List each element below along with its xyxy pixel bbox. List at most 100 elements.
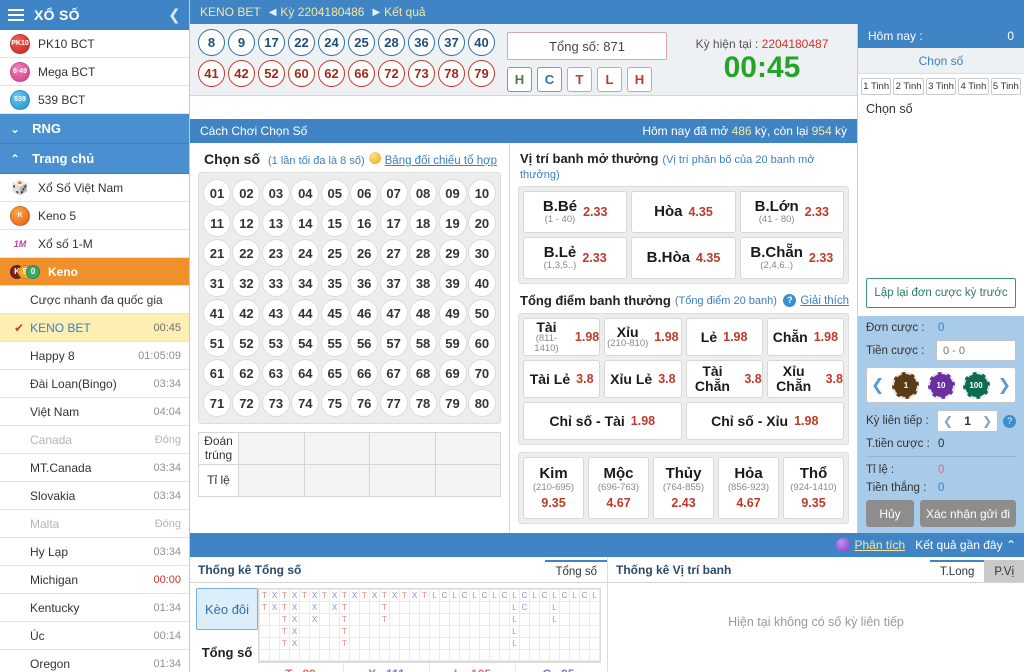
chip-1[interactable]: 1: [892, 371, 920, 399]
number-cell[interactable]: 27: [379, 239, 408, 267]
explanation-link[interactable]: Giải thích: [800, 295, 849, 307]
bet-cell-tai-chan[interactable]: Tài Chẵn 3.8: [685, 360, 763, 398]
tab-1-tinh[interactable]: 1 Tinh: [861, 78, 892, 95]
number-cell[interactable]: 08: [409, 179, 438, 207]
number-cell[interactable]: 26: [350, 239, 379, 267]
stepper-increment-icon[interactable]: ❯: [982, 414, 992, 428]
tab-5-tinh[interactable]: 5 Tinh: [990, 78, 1022, 95]
sidebar-item-multi-country[interactable]: Cược nhanh đa quốc gia: [0, 286, 189, 314]
sidebar-item-oregon[interactable]: Oregon 01:34: [0, 650, 189, 672]
number-cell[interactable]: 44: [291, 299, 320, 327]
cancel-button[interactable]: Hủy: [866, 500, 914, 527]
number-cell[interactable]: 05: [320, 179, 349, 207]
number-cell[interactable]: 45: [320, 299, 349, 327]
bet-cell-chiso-tai[interactable]: Chỉ số - Tài 1.98: [523, 402, 682, 440]
number-cell[interactable]: 39: [438, 269, 467, 297]
bet-cell-xiu-chan[interactable]: Xỉu Chẵn 3.8: [766, 360, 844, 398]
number-cell[interactable]: 19: [438, 209, 467, 237]
number-cell[interactable]: 33: [261, 269, 290, 297]
bet-cell-bchan[interactable]: B.Chẵn (2,4,6..) 2.33: [739, 237, 844, 279]
number-cell[interactable]: 68: [409, 359, 438, 387]
number-cell[interactable]: 63: [261, 359, 290, 387]
bet-cell-tho[interactable]: Thổ (924-1410) 9.35: [783, 457, 844, 519]
chevron-right-icon[interactable]: ❯: [998, 375, 1011, 395]
number-cell[interactable]: 53: [261, 329, 290, 357]
number-cell[interactable]: 23: [261, 239, 290, 267]
sidebar-item-malta[interactable]: Malta Đóng: [0, 510, 189, 538]
bet-cell-kim[interactable]: Kim (210-695) 9.35: [523, 457, 584, 519]
number-cell[interactable]: 58: [409, 329, 438, 357]
tab-4-tinh[interactable]: 4 Tinh: [958, 78, 989, 95]
number-cell[interactable]: 12: [232, 209, 261, 237]
number-cell[interactable]: 41: [203, 299, 231, 327]
sidebar-item-539[interactable]: 539 539 BCT: [0, 86, 189, 114]
how-to-play-bar[interactable]: Cách Chơi Chọn Số Hôm nay đã mở 486 kỳ, …: [190, 119, 857, 143]
recent-results-toggle[interactable]: Kết quả gần đây ⌃: [915, 538, 1016, 552]
number-cell[interactable]: 09: [438, 179, 467, 207]
help-icon[interactable]: ?: [783, 294, 797, 307]
number-cell[interactable]: 48: [409, 299, 438, 327]
number-cell[interactable]: 02: [232, 179, 261, 207]
number-cell[interactable]: 67: [379, 359, 408, 387]
sidebar-item-pk10[interactable]: PK10 PK10 BCT: [0, 30, 189, 58]
number-cell[interactable]: 56: [350, 329, 379, 357]
number-cell[interactable]: 22: [232, 239, 261, 267]
number-cell[interactable]: 64: [291, 359, 320, 387]
number-cell[interactable]: 29: [438, 239, 467, 267]
bet-cell-chiso-xiu[interactable]: Chỉ số - Xỉu 1.98: [685, 402, 844, 440]
bet-cell-tai-le[interactable]: Tài Lẻ 3.8: [523, 360, 601, 398]
number-cell[interactable]: 61: [203, 359, 231, 387]
bet-cell-hoa-element[interactable]: Hỏa (856-923) 4.67: [718, 457, 779, 519]
number-cell[interactable]: 57: [379, 329, 408, 357]
number-cell[interactable]: 20: [467, 209, 496, 237]
number-cell[interactable]: 36: [350, 269, 379, 297]
number-cell[interactable]: 03: [261, 179, 290, 207]
number-cell[interactable]: 77: [379, 389, 408, 417]
number-cell[interactable]: 54: [291, 329, 320, 357]
number-cell[interactable]: 65: [320, 359, 349, 387]
bet-cell-xiu-le[interactable]: Xỉu Lẻ 3.8: [604, 360, 682, 398]
number-cell[interactable]: 07: [379, 179, 408, 207]
sidebar-item-happy8[interactable]: Happy 8 01:05:09: [0, 342, 189, 370]
bet-cell-bbe[interactable]: B.Bé (1 - 40) 2.33: [523, 191, 628, 233]
sidebar-item-slovakia[interactable]: Slovakia 03:34: [0, 482, 189, 510]
confirm-button[interactable]: Xác nhận gửi đi: [920, 500, 1016, 527]
chip-100[interactable]: 100: [962, 371, 990, 399]
number-cell[interactable]: 52: [232, 329, 261, 357]
sidebar-item-keno[interactable]: K50 Keno: [0, 258, 189, 286]
sidebar-item-dailoan[interactable]: Đài Loan(Bingo) 03:34: [0, 370, 189, 398]
number-cell[interactable]: 13: [261, 209, 290, 237]
periods-stepper[interactable]: ❮ 1 ❯: [936, 410, 999, 432]
bet-cell-tai[interactable]: Tài (811-1410) 1.98: [523, 318, 601, 356]
sidebar-item-canada[interactable]: Canada Đóng: [0, 426, 189, 454]
bet-cell-hoa[interactable]: Hòa 4.35: [631, 191, 736, 233]
repeat-last-bet-button[interactable]: Lập lại đơn cược kỳ trước: [866, 278, 1016, 308]
number-cell[interactable]: 11: [203, 209, 231, 237]
stepper-decrement-icon[interactable]: ❮: [943, 414, 953, 428]
question-icon[interactable]: ?: [1003, 414, 1017, 428]
bet-cell-le[interactable]: Lẻ 1.98: [685, 318, 763, 356]
sidebar-item-uc[interactable]: Úc 00:14: [0, 622, 189, 650]
number-cell[interactable]: 17: [379, 209, 408, 237]
number-cell[interactable]: 40: [467, 269, 496, 297]
bet-cell-thuy[interactable]: Thủy (764-855) 2.43: [653, 457, 714, 519]
sidebar-item-michigan[interactable]: Michigan 00:00: [0, 566, 189, 594]
bet-money-input[interactable]: [936, 340, 1016, 361]
number-cell[interactable]: 38: [409, 269, 438, 297]
number-cell[interactable]: 80: [467, 389, 496, 417]
analysis-link[interactable]: Phân tích: [836, 538, 905, 552]
number-cell[interactable]: 21: [203, 239, 231, 267]
number-cell[interactable]: 28: [409, 239, 438, 267]
sidebar-item-1m[interactable]: 1M Xổ số 1-M: [0, 230, 189, 258]
number-cell[interactable]: 79: [438, 389, 467, 417]
sidebar-section-home[interactable]: ⌃ Trang chủ: [0, 144, 189, 174]
tab-pvi[interactable]: P.Vị: [984, 560, 1024, 582]
number-cell[interactable]: 24: [291, 239, 320, 267]
number-cell[interactable]: 75: [320, 389, 349, 417]
collapse-chevron-left-icon[interactable]: ❮: [168, 6, 181, 24]
number-cell[interactable]: 25: [320, 239, 349, 267]
number-cell[interactable]: 34: [291, 269, 320, 297]
number-cell[interactable]: 15: [320, 209, 349, 237]
tab-3-tinh[interactable]: 3 Tinh: [925, 78, 957, 95]
chip-10[interactable]: 10: [927, 371, 955, 399]
